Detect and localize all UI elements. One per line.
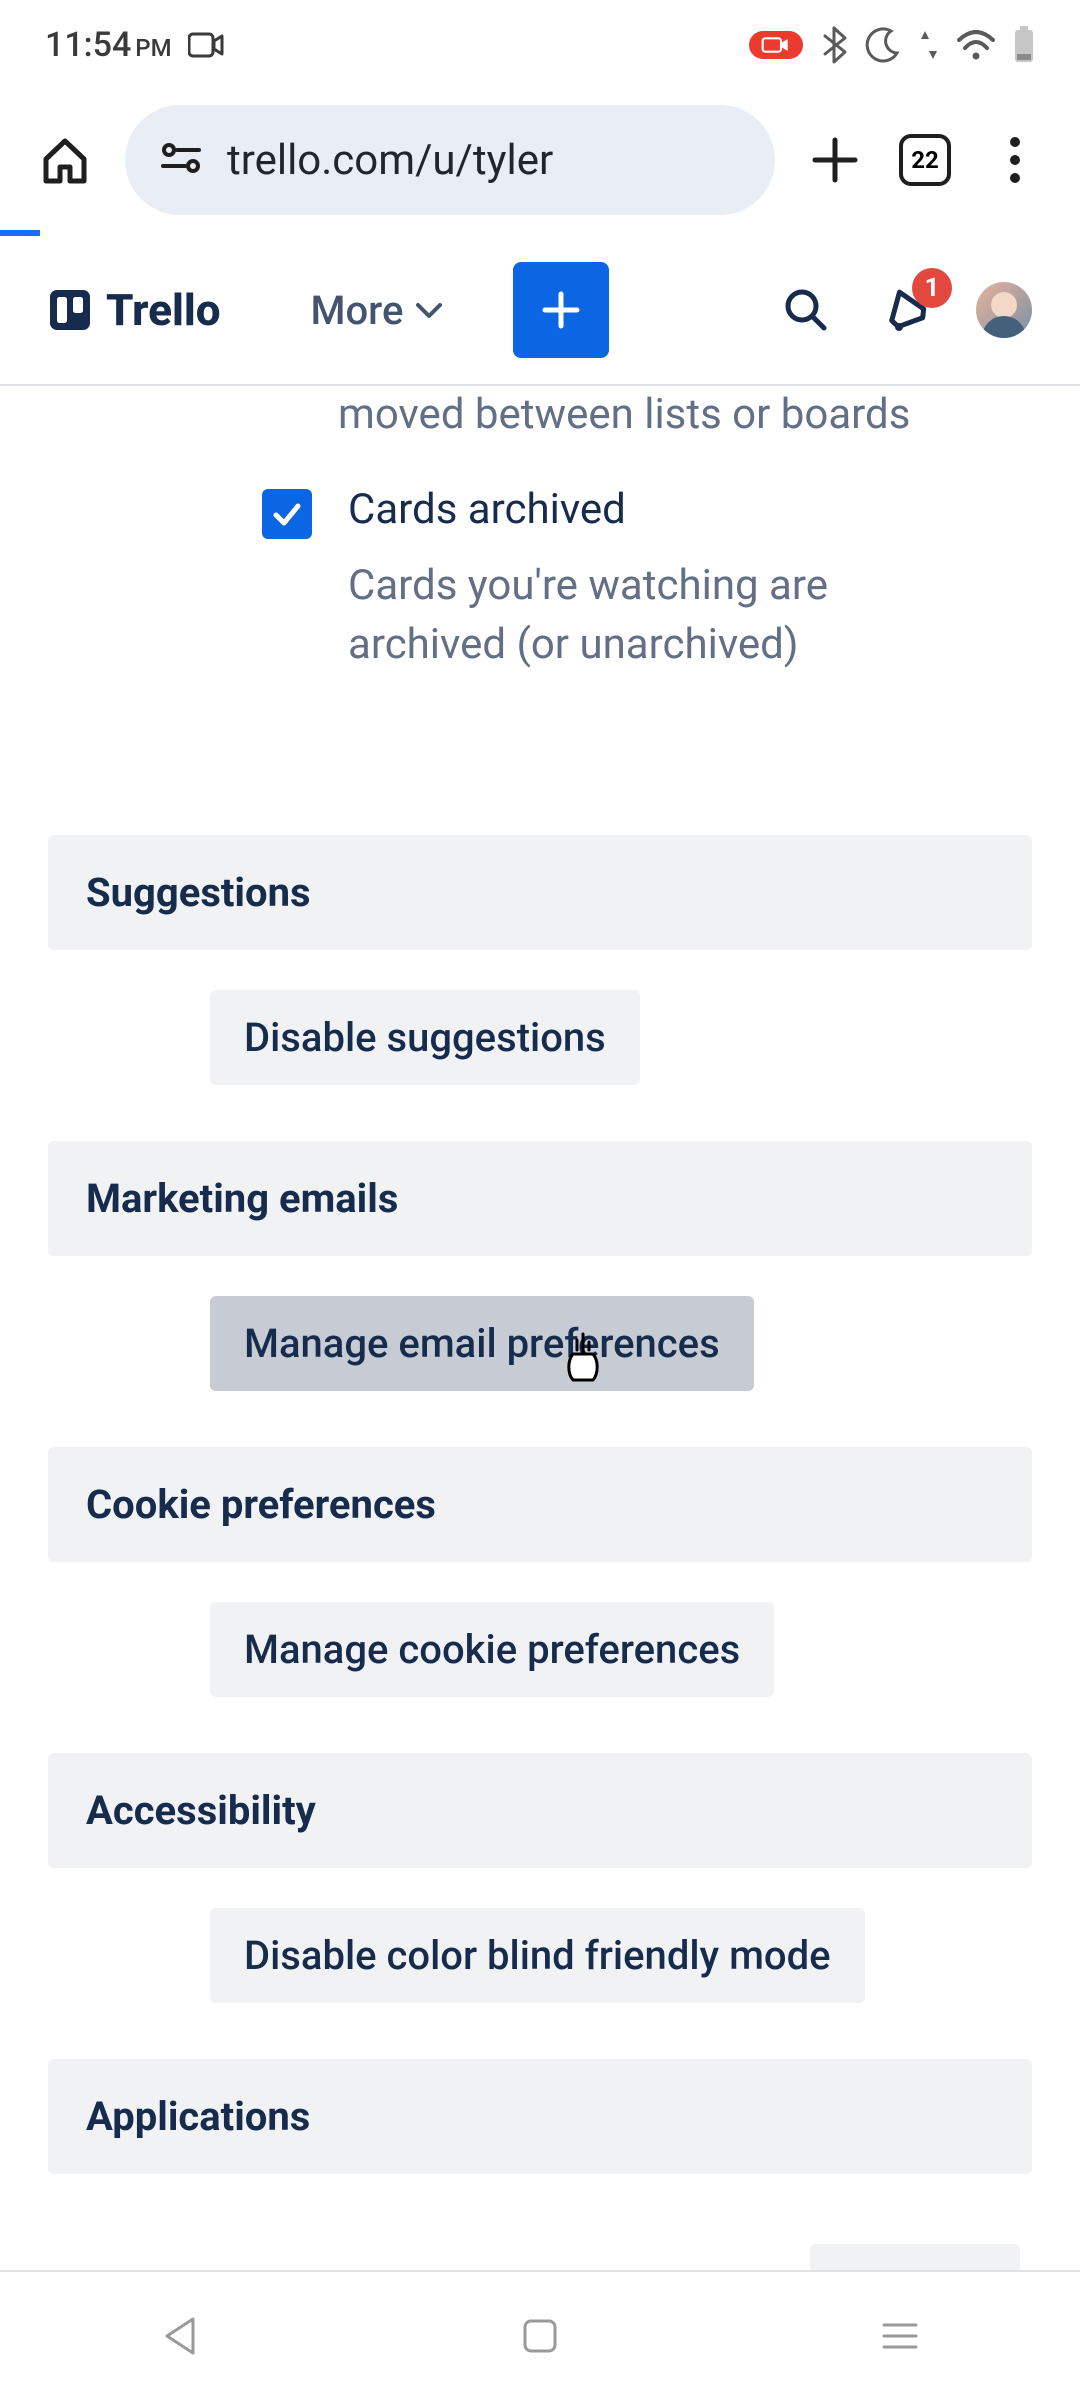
notifications-button[interactable]: 1 [876, 280, 936, 340]
video-icon [188, 31, 224, 59]
overflow-menu-icon[interactable] [985, 130, 1045, 190]
moon-icon [865, 27, 901, 63]
manage-cookie-preferences-button[interactable]: Manage cookie preferences [210, 1602, 774, 1697]
home-button[interactable] [510, 2306, 570, 2366]
status-bar: 11:54PM [0, 0, 1080, 90]
back-button[interactable] [150, 2306, 210, 2366]
settings-content: moved between lists or boards Cards arch… [0, 390, 1080, 2331]
status-left: 11:54PM [45, 25, 224, 65]
url-bar[interactable]: trello.com/u/tyler [125, 105, 775, 215]
section-cookie-preferences: Cookie preferences [48, 1447, 1032, 1562]
cards-archived-label: Cards archived [348, 485, 626, 534]
more-label: More [311, 287, 404, 334]
section-accessibility: Accessibility [48, 1753, 1032, 1868]
page-load-progress [0, 230, 1080, 236]
cards-archived-description: Cards you're watching are archived (or u… [48, 557, 1032, 675]
more-dropdown[interactable]: More [311, 287, 444, 334]
truncated-previous-description: moved between lists or boards [48, 390, 1032, 439]
plus-icon [537, 286, 585, 334]
data-arrows-icon [919, 29, 939, 61]
recents-button[interactable] [870, 2306, 930, 2366]
new-tab-icon[interactable] [805, 130, 865, 190]
check-icon [271, 498, 303, 530]
tab-count: 22 [911, 146, 939, 174]
battery-icon [1013, 26, 1035, 64]
status-time: 11:54PM [45, 25, 172, 65]
recording-pill-icon [749, 31, 803, 59]
back-triangle-icon [161, 2315, 199, 2357]
wifi-icon [957, 30, 995, 60]
recents-lines-icon [880, 2320, 920, 2352]
manage-email-preferences-button[interactable]: Manage email preferences [210, 1296, 754, 1391]
status-ampm: PM [135, 34, 171, 62]
trello-brand-text: Trello [106, 284, 221, 336]
disable-color-blind-mode-button[interactable]: Disable color blind friendly mode [210, 1908, 865, 2003]
browser-bar: trello.com/u/tyler 22 [0, 90, 1080, 230]
site-settings-icon [159, 140, 203, 180]
section-suggestions: Suggestions [48, 835, 1032, 950]
cards-archived-checkbox[interactable] [262, 489, 312, 539]
chevron-down-icon [415, 301, 443, 319]
trello-logo-icon [48, 288, 92, 332]
trello-header: Trello More 1 [0, 236, 1080, 386]
status-right [749, 26, 1035, 64]
notification-badge: 1 [912, 268, 952, 308]
create-button[interactable] [513, 262, 609, 358]
url-text: trello.com/u/tyler [227, 136, 553, 185]
home-icon[interactable] [35, 130, 95, 190]
status-time-value: 11:54 [45, 25, 131, 65]
cards-archived-row: Cards archived [48, 485, 1032, 539]
avatar[interactable] [976, 282, 1032, 338]
search-button[interactable] [776, 280, 836, 340]
section-applications: Applications [48, 2059, 1032, 2174]
system-nav-bar [0, 2270, 1080, 2400]
tabs-button[interactable]: 22 [895, 130, 955, 190]
bluetooth-icon [821, 26, 847, 64]
section-marketing-emails: Marketing emails [48, 1141, 1032, 1256]
search-icon [782, 286, 830, 334]
home-square-icon [521, 2317, 559, 2355]
disable-suggestions-button[interactable]: Disable suggestions [210, 990, 640, 1085]
trello-logo[interactable]: Trello [48, 284, 221, 336]
